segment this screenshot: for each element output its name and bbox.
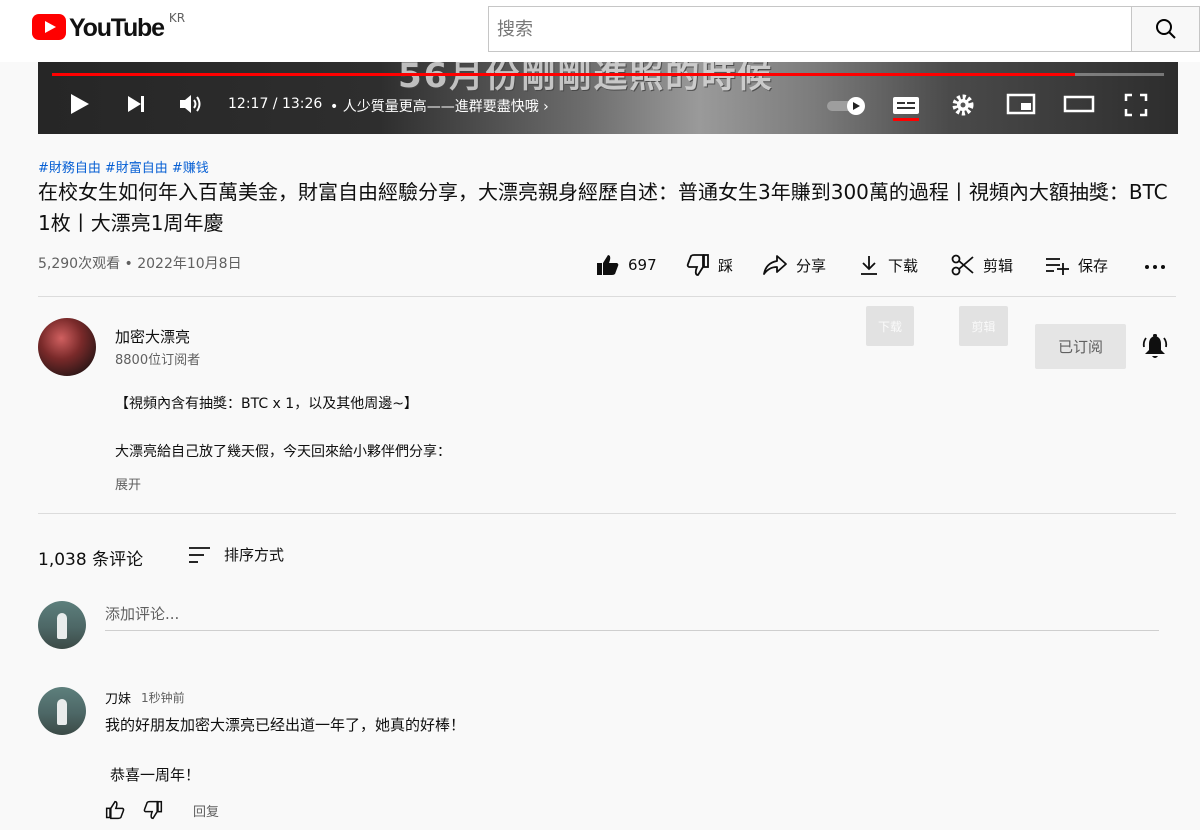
settings-button[interactable] [950, 92, 976, 118]
hashtag-link[interactable]: #財務自由 [38, 161, 101, 176]
notification-bell-button[interactable] [1142, 333, 1168, 365]
save-label: 保存 [1078, 256, 1109, 275]
divider [38, 513, 1176, 514]
search-input[interactable] [489, 7, 1132, 51]
reply-button[interactable]: 回复 [193, 801, 219, 820]
channel-avatar[interactable] [38, 318, 96, 376]
comment-input-underline [105, 630, 1159, 631]
hashtag-link[interactable]: #財富自由 [105, 161, 168, 176]
playlist-add-icon [1046, 258, 1069, 275]
dislike-button[interactable]: 踩 [686, 252, 733, 278]
subscribed-button[interactable]: 已订阅 [1035, 324, 1126, 369]
save-button[interactable]: 保存 [1044, 252, 1108, 278]
volume-icon [180, 95, 201, 113]
scissors-icon [951, 254, 974, 276]
autoplay-toggle-icon [827, 97, 865, 115]
search-box[interactable] [488, 6, 1132, 52]
download-label: 下载 [888, 256, 919, 275]
player-controls: 12:17 / 13:26 • 人少質量更高——進群要盡快哦 › [38, 84, 1178, 128]
clip-button[interactable]: 剪辑 [951, 252, 1013, 278]
share-label: 分享 [796, 256, 827, 275]
hashtag-link[interactable]: #赚钱 [172, 161, 209, 176]
comment-author[interactable]: 刀妹 [105, 688, 131, 707]
view-count-date: 5,290次观看 • 2022年10月8日 [38, 256, 242, 272]
dislike-label: 踩 [718, 256, 734, 275]
subscriber-count: 8800位订阅者 [115, 353, 201, 368]
time-display: 12:17 / 13:26 [228, 96, 323, 112]
download-icon [861, 256, 877, 275]
comment-dislike-button[interactable] [143, 800, 163, 820]
youtube-logo[interactable]: YouTube KR [32, 11, 186, 42]
miniplayer-button[interactable] [1006, 92, 1036, 116]
comment-author-avatar[interactable] [38, 687, 86, 735]
thumbs-up-icon [105, 800, 125, 820]
next-button[interactable] [124, 92, 148, 116]
next-icon [128, 96, 144, 112]
subtitles-button[interactable] [891, 92, 921, 122]
logo-text: YouTube [69, 14, 165, 42]
theater-mode-icon [1063, 95, 1095, 113]
share-icon [763, 255, 787, 275]
play-button[interactable] [68, 92, 90, 116]
download-button[interactable]: 下载 [858, 252, 918, 278]
fullscreen-button[interactable] [1123, 92, 1149, 118]
bell-icon [1142, 334, 1168, 358]
comment-time[interactable]: 1秒钟前 [141, 689, 185, 706]
theater-mode-button[interactable] [1063, 92, 1095, 116]
expand-description-button[interactable]: 展开 [115, 474, 141, 493]
hashtags: #財務自由 #財富自由 #赚钱 [38, 157, 213, 176]
add-comment-input[interactable]: 添加评论... [105, 603, 179, 624]
like-button[interactable]: 697 [596, 252, 657, 278]
progress-bar[interactable] [52, 73, 1164, 76]
country-code: KR [168, 11, 186, 25]
gear-icon [952, 94, 974, 116]
autoplay-toggle[interactable] [826, 96, 868, 116]
clip-label: 剪辑 [983, 256, 1014, 275]
comment-count: 1,038 条评论 [38, 550, 144, 570]
sort-icon [189, 546, 210, 563]
volume-button[interactable] [178, 92, 204, 116]
play-icon [71, 94, 89, 114]
chapter-title[interactable]: • 人少質量更高——進群要盡快哦 › [330, 96, 549, 116]
comment-like-button[interactable] [105, 800, 125, 820]
more-actions-button[interactable] [1144, 252, 1166, 278]
comment-text: 恭喜一周年！ [110, 766, 201, 784]
divider [38, 296, 1176, 297]
search-icon [1155, 19, 1176, 39]
thumbs-up-icon [597, 255, 619, 275]
fullscreen-icon [1124, 93, 1148, 117]
video-title: 在校女生如何年入百萬美金，財富自由經驗分享，大漂亮親身經歷自述：普通女生3年賺到… [38, 180, 1168, 235]
description-line: 【視頻內含有抽獎：BTC x 1，以及其他周邊~】 [115, 396, 418, 412]
comment-actions: 回复 [105, 800, 219, 820]
ghost-download-button[interactable]: 下载 [866, 306, 914, 346]
more-horizontal-icon [1145, 265, 1165, 269]
top-header: YouTube KR [0, 0, 1200, 62]
comment-text: 我的好朋友加密大漂亮已经出道一年了，她真的好棒！ [105, 716, 466, 734]
channel-name[interactable]: 加密大漂亮 [115, 326, 190, 347]
miniplayer-icon [1006, 93, 1036, 115]
thumbs-down-icon [686, 254, 709, 276]
sort-label: 排序方式 [224, 546, 285, 564]
youtube-play-logo-icon [32, 14, 66, 40]
ghost-clip-button[interactable]: 剪辑 [959, 306, 1008, 346]
like-count: 697 [628, 256, 657, 274]
progress-played [52, 73, 1076, 76]
thumbs-down-icon [143, 800, 163, 820]
subtitles-icon [893, 97, 919, 121]
user-avatar [38, 601, 86, 649]
description-line: 大漂亮給自己放了幾天假，今天回來給小夥伴們分享： [115, 444, 451, 460]
sort-comments-button[interactable]: 排序方式 [188, 544, 284, 565]
share-button[interactable]: 分享 [762, 252, 826, 278]
video-player[interactable]: 56月份剛剛進照的時候 12:17 / 13:26 • 人少質量更高——進群要盡… [38, 62, 1178, 134]
search-button[interactable] [1131, 6, 1200, 52]
